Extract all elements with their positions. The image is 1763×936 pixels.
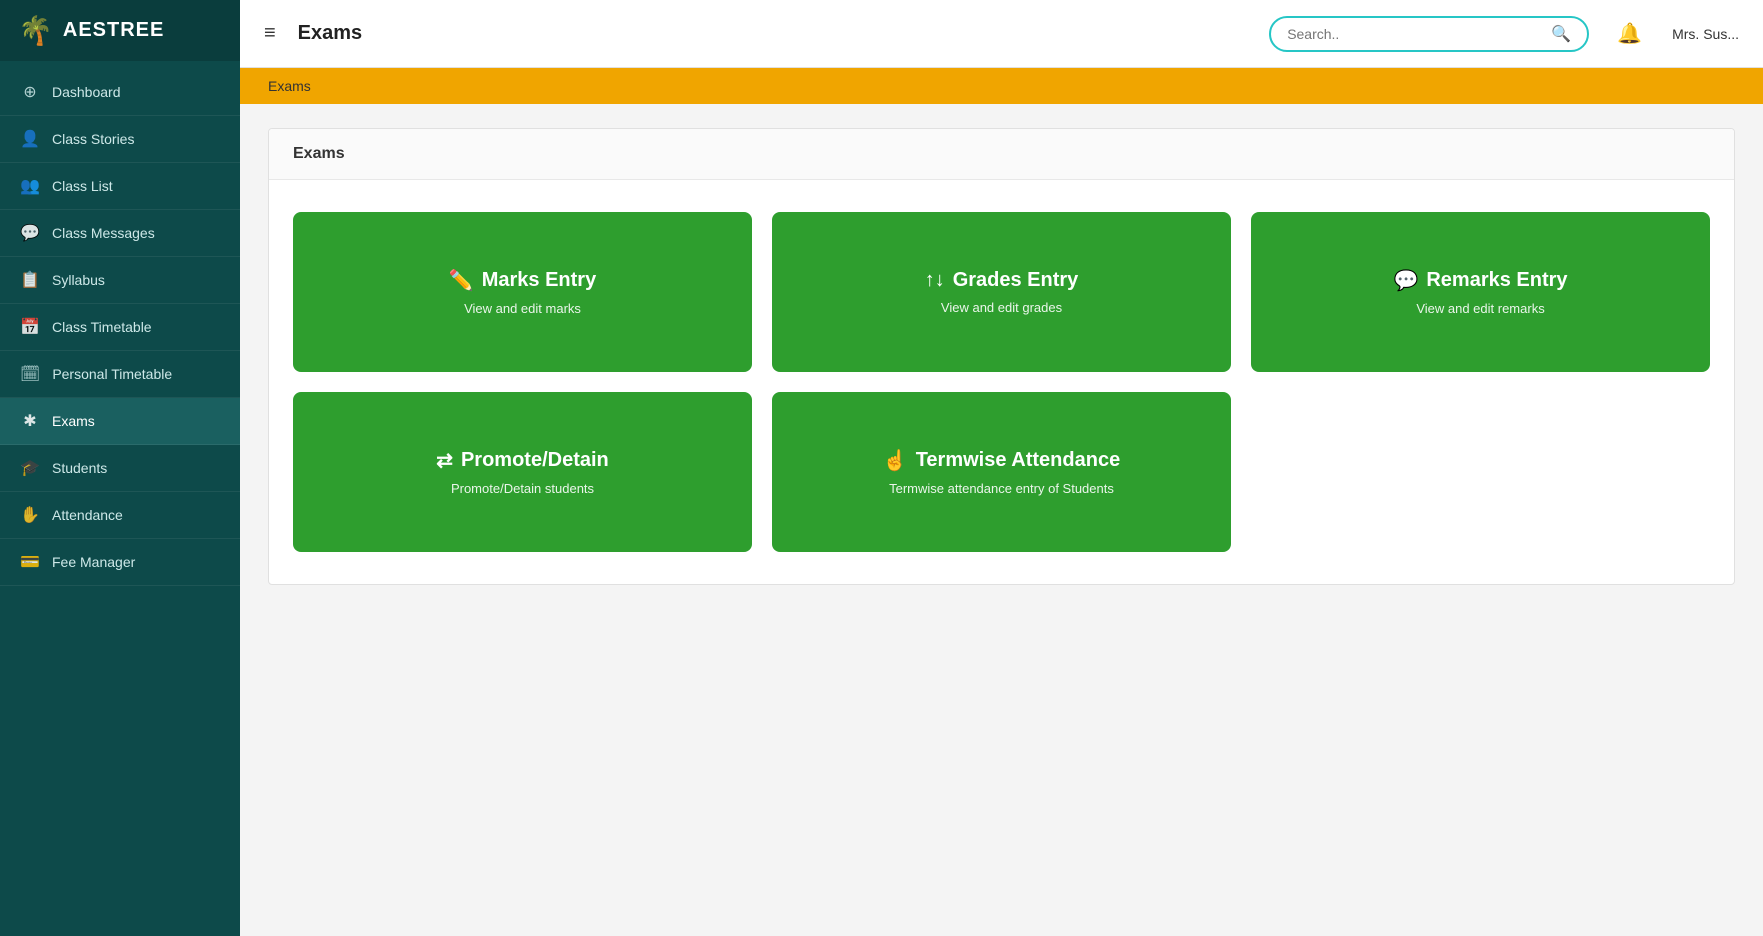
sidebar-item-label: Personal Timetable [52, 366, 172, 382]
sidebar-item-label: Class Stories [52, 131, 134, 147]
tile-remarks-entry[interactable]: 💬 Remarks Entry View and edit remarks [1251, 212, 1710, 372]
class-messages-icon: 💬 [20, 223, 40, 243]
tile-icon-grades-entry: ↑↓ [925, 269, 945, 292]
search-bar: 🔍 [1269, 16, 1589, 52]
syllabus-icon: 📋 [20, 270, 40, 290]
tile-title-remarks-entry: 💬 Remarks Entry [1393, 268, 1567, 293]
bottom-tiles-grid: ⇄ Promote/Detain Promote/Detain students… [293, 392, 1710, 552]
class-stories-icon: 👤 [20, 129, 40, 149]
notification-bell-icon[interactable]: 🔔 [1617, 21, 1642, 46]
sidebar-item-label: Attendance [52, 507, 123, 523]
tile-subtitle-remarks-entry: View and edit remarks [1416, 301, 1544, 316]
sidebar-item-label: Class Messages [52, 225, 155, 241]
sidebar-item-students[interactable]: 🎓 Students [0, 445, 240, 492]
sidebar-item-personal-timetable[interactable]: 🗓 Personal Timetable [0, 351, 240, 398]
breadcrumb: Exams [240, 68, 1763, 104]
search-input[interactable] [1287, 26, 1551, 42]
user-name: Mrs. Sus... [1672, 26, 1739, 42]
sidebar-item-syllabus[interactable]: 📋 Syllabus [0, 257, 240, 304]
sidebar-item-label: Syllabus [52, 272, 105, 288]
hamburger-button[interactable]: ≡ [264, 22, 276, 45]
tile-termwise-attendance[interactable]: ☝️ Termwise Attendance Termwise attendan… [772, 392, 1231, 552]
card-header: Exams [269, 129, 1734, 180]
sidebar-item-label: Class Timetable [52, 319, 152, 335]
tile-title-promote-detain: ⇄ Promote/Detain [436, 448, 609, 473]
sidebar-item-class-stories[interactable]: 👤 Class Stories [0, 116, 240, 163]
tile-icon-promote-detain: ⇄ [436, 448, 453, 473]
tile-subtitle-grades-entry: View and edit grades [941, 300, 1062, 315]
sidebar-logo: 🌴 AESTREE [0, 0, 240, 61]
tile-title-grades-entry: ↑↓ Grades Entry [925, 269, 1079, 292]
top-tiles-grid: ✏️ Marks Entry View and edit marks ↑↓ Gr… [293, 212, 1710, 372]
sidebar-item-class-messages[interactable]: 💬 Class Messages [0, 210, 240, 257]
sidebar-item-label: Exams [52, 413, 95, 429]
tile-subtitle-marks-entry: View and edit marks [464, 301, 581, 316]
sidebar-item-label: Students [52, 460, 107, 476]
breadcrumb-text: Exams [268, 78, 311, 94]
exams-icon: ✱ [20, 411, 40, 431]
card-body: ✏️ Marks Entry View and edit marks ↑↓ Gr… [269, 180, 1734, 584]
search-icon: 🔍 [1551, 24, 1571, 44]
tile-icon-termwise-attendance: ☝️ [883, 448, 908, 473]
tile-icon-remarks-entry: 💬 [1393, 268, 1418, 293]
tile-subtitle-termwise-attendance: Termwise attendance entry of Students [889, 481, 1114, 496]
sidebar: 🌴 AESTREE ⊕ Dashboard 👤 Class Stories 👥 … [0, 0, 240, 936]
class-list-icon: 👥 [20, 176, 40, 196]
class-timetable-icon: 📅 [20, 317, 40, 337]
tile-marks-entry[interactable]: ✏️ Marks Entry View and edit marks [293, 212, 752, 372]
tile-promote-detain[interactable]: ⇄ Promote/Detain Promote/Detain students [293, 392, 752, 552]
logo-icon: 🌴 [18, 14, 53, 47]
exams-card: Exams ✏️ Marks Entry View and edit marks… [268, 128, 1735, 585]
sidebar-item-fee-manager[interactable]: 💳 Fee Manager [0, 539, 240, 586]
tile-grades-entry[interactable]: ↑↓ Grades Entry View and edit grades [772, 212, 1231, 372]
sidebar-item-class-list[interactable]: 👥 Class List [0, 163, 240, 210]
logo-text: AESTREE [63, 19, 164, 42]
sidebar-item-label: Class List [52, 178, 113, 194]
main-area: ≡ Exams 🔍 🔔 Mrs. Sus... Exams Exams ✏️ M… [240, 0, 1763, 936]
sidebar-item-label: Fee Manager [52, 554, 135, 570]
sidebar-item-label: Dashboard [52, 84, 121, 100]
personal-timetable-icon: 🗓 [20, 364, 40, 384]
fee-manager-icon: 💳 [20, 552, 40, 572]
sidebar-item-attendance[interactable]: ✋ Attendance [0, 492, 240, 539]
tile-subtitle-promote-detain: Promote/Detain students [451, 481, 594, 496]
attendance-icon: ✋ [20, 505, 40, 525]
students-icon: 🎓 [20, 458, 40, 478]
header: ≡ Exams 🔍 🔔 Mrs. Sus... [240, 0, 1763, 68]
tile-title-termwise-attendance: ☝️ Termwise Attendance [883, 448, 1120, 473]
tile-icon-marks-entry: ✏️ [449, 268, 474, 293]
sidebar-item-exams[interactable]: ✱ Exams [0, 398, 240, 445]
dashboard-icon: ⊕ [20, 82, 40, 102]
content-area: Exams ✏️ Marks Entry View and edit marks… [240, 104, 1763, 936]
tile-title-marks-entry: ✏️ Marks Entry [449, 268, 596, 293]
page-title: Exams [298, 22, 1254, 45]
card-title: Exams [293, 145, 345, 162]
sidebar-item-class-timetable[interactable]: 📅 Class Timetable [0, 304, 240, 351]
sidebar-item-dashboard[interactable]: ⊕ Dashboard [0, 69, 240, 116]
sidebar-nav: ⊕ Dashboard 👤 Class Stories 👥 Class List… [0, 61, 240, 936]
